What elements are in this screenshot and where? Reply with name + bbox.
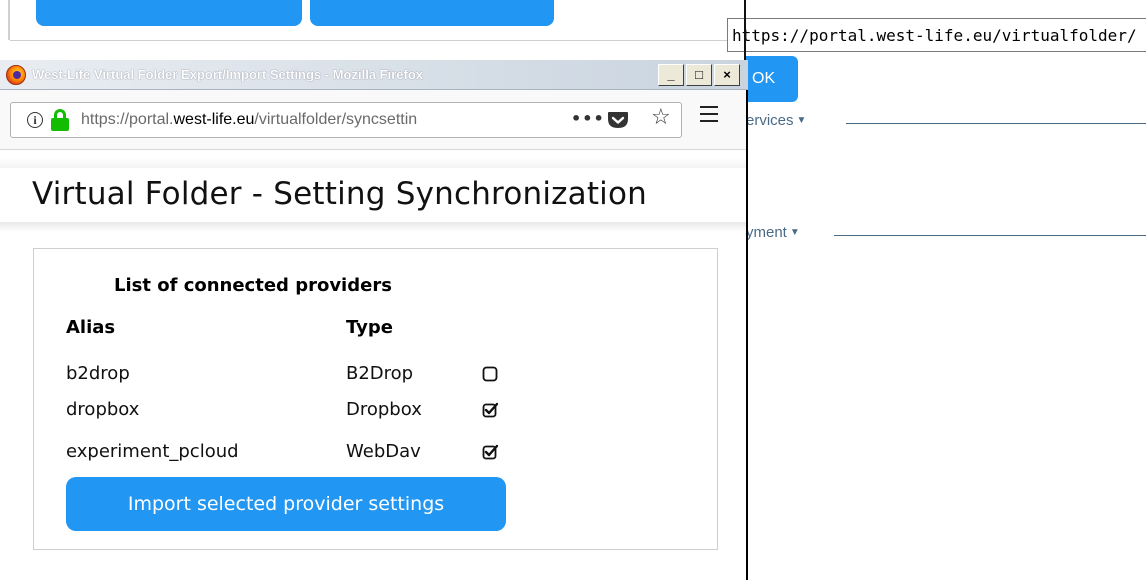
provider-alias: dropbox <box>66 399 140 420</box>
minimize-button[interactable]: _ <box>658 64 684 86</box>
provider-alias: experiment_pcloud <box>66 441 239 462</box>
url-prefix: https://portal. <box>81 111 174 128</box>
background-section-deployment[interactable]: yment ▼ <box>746 224 800 241</box>
hamburger-menu-icon[interactable] <box>700 106 718 122</box>
caret-down-icon: ▼ <box>796 115 807 126</box>
page-content: Virtual Folder - Setting Synchronization… <box>0 150 746 580</box>
provider-checkbox-checked-icon[interactable] <box>482 402 498 418</box>
lock-icon[interactable] <box>51 109 69 131</box>
background-divider <box>10 40 736 41</box>
provider-row: dropbox Dropbox <box>34 399 719 429</box>
background-section-line <box>834 235 1146 236</box>
background-ok-button[interactable]: OK <box>744 56 798 102</box>
firefox-popup-window: West-Life Virtual Folder Export/Import S… <box>0 60 748 580</box>
url-host: west-life.eu <box>173 111 255 128</box>
background-button-2[interactable] <box>310 0 554 26</box>
provider-checkbox-checked-icon[interactable] <box>482 444 498 460</box>
background-url-field[interactable]: https://portal.west-life.eu/virtualfolde… <box>727 18 1146 52</box>
import-provider-settings-button[interactable]: Import selected provider settings <box>66 477 506 531</box>
background-section-label: yment <box>746 224 787 241</box>
provider-row: experiment_pcloud WebDav <box>34 441 719 471</box>
providers-panel: List of connected providers Alias Type b… <box>33 248 718 550</box>
window-controls: _ □ × <box>658 64 740 86</box>
title-divider <box>0 222 746 232</box>
url-path: /virtualfolder/syncsettin <box>254 111 418 128</box>
background-button-1[interactable] <box>36 0 302 26</box>
column-header-alias: Alias <box>66 317 116 338</box>
page-actions-more-icon[interactable]: ••• <box>571 109 605 128</box>
background-section-label: ervices <box>746 112 794 129</box>
info-icon[interactable]: i <box>27 112 43 128</box>
column-header-type: Type <box>346 317 393 338</box>
provider-row: b2drop B2Drop <box>34 363 719 393</box>
provider-alias: b2drop <box>66 363 130 384</box>
maximize-button[interactable]: □ <box>686 64 712 86</box>
bookmark-star-icon[interactable]: ☆ <box>651 105 671 130</box>
background-border <box>8 0 10 40</box>
browser-navbar: i https://portal.west-life.eu/virtualfol… <box>0 90 746 150</box>
window-title: West-Life Virtual Folder Export/Import S… <box>32 67 424 82</box>
page-title: Virtual Folder - Setting Synchronization <box>32 176 647 212</box>
header-shadow <box>0 158 746 168</box>
window-titlebar[interactable]: West-Life Virtual Folder Export/Import S… <box>0 60 748 90</box>
url-text[interactable]: https://portal.west-life.eu/virtualfolde… <box>81 111 561 129</box>
caret-down-icon: ▼ <box>789 227 800 238</box>
close-button[interactable]: × <box>714 64 740 86</box>
firefox-logo-icon <box>6 65 26 85</box>
background-section-services[interactable]: ervices ▼ <box>746 112 806 129</box>
provider-type: B2Drop <box>346 363 414 384</box>
url-bar[interactable]: i https://portal.west-life.eu/virtualfol… <box>10 102 682 138</box>
pocket-icon[interactable] <box>607 110 629 130</box>
providers-heading: List of connected providers <box>114 275 392 296</box>
background-section-line <box>846 123 1146 124</box>
provider-type: WebDav <box>346 441 421 462</box>
provider-type: Dropbox <box>346 399 422 420</box>
provider-checkbox-unchecked-icon[interactable] <box>482 366 498 382</box>
